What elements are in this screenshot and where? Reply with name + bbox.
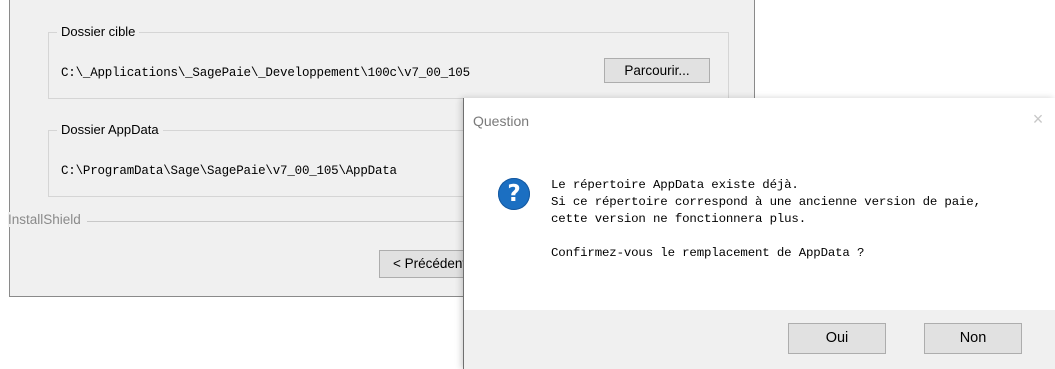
message-line: cette version ne fonctionnera plus.	[551, 212, 806, 226]
question-dialog: Question × ? Le répertoire AppData exist…	[463, 98, 1055, 369]
message-spacer	[551, 228, 981, 245]
appdata-folder-legend: Dossier AppData	[57, 122, 163, 137]
screen: Dossier cible C:\_Applications\_SagePaie…	[0, 0, 1055, 369]
dialog-message: Le répertoire AppData existe déjà. Si ce…	[551, 177, 981, 262]
close-icon[interactable]: ×	[1027, 108, 1049, 130]
confirm-question: Confirmez-vous le remplacement de AppDat…	[551, 246, 865, 260]
target-folder-group: Dossier cible C:\_Applications\_SagePaie…	[48, 24, 729, 99]
installshield-label: InstallShield	[8, 212, 87, 227]
browse-button[interactable]: Parcourir...	[604, 58, 710, 83]
message-line: Le répertoire AppData existe déjà.	[551, 178, 799, 192]
target-folder-path: C:\_Applications\_SagePaie\_Developpemen…	[61, 66, 470, 80]
appdata-folder-path: C:\ProgramData\Sage\SagePaie\v7_00_105\A…	[61, 164, 397, 178]
yes-button[interactable]: Oui	[788, 323, 886, 354]
question-icon: ?	[498, 178, 530, 210]
message-line: Si ce répertoire correspond à une ancien…	[551, 195, 981, 209]
target-folder-legend: Dossier cible	[57, 24, 140, 39]
dialog-title: Question	[473, 113, 530, 129]
no-button[interactable]: Non	[924, 323, 1022, 354]
